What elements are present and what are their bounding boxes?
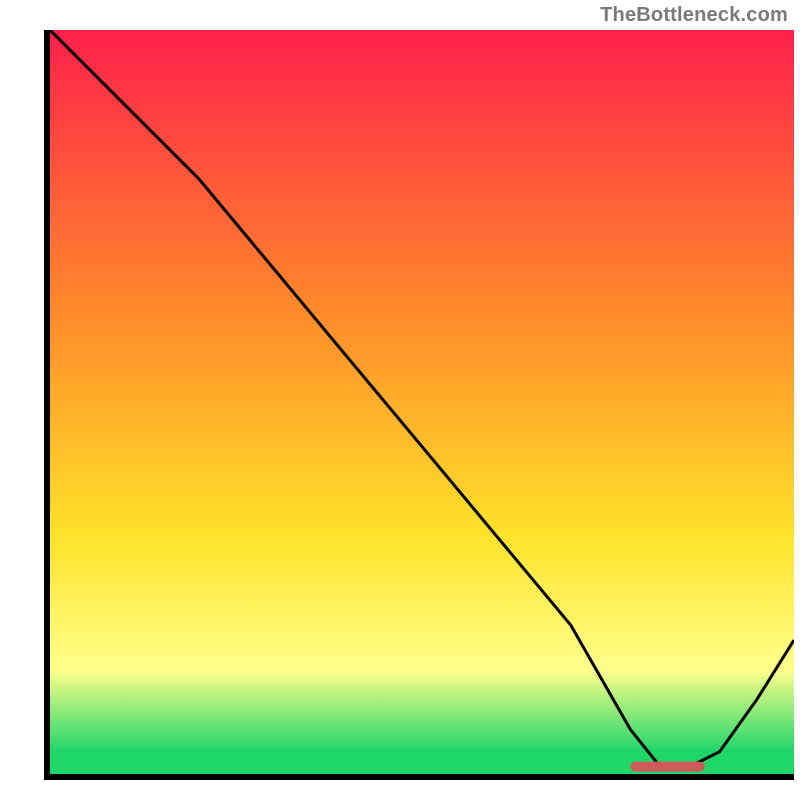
bottleneck-curve [50, 30, 794, 767]
optimal-zone-marker [630, 762, 704, 772]
curve-layer [50, 30, 794, 774]
watermark-label: TheBottleneck.com [600, 4, 788, 27]
chart-frame: TheBottleneck.com [0, 0, 800, 800]
plot-area [44, 30, 794, 780]
